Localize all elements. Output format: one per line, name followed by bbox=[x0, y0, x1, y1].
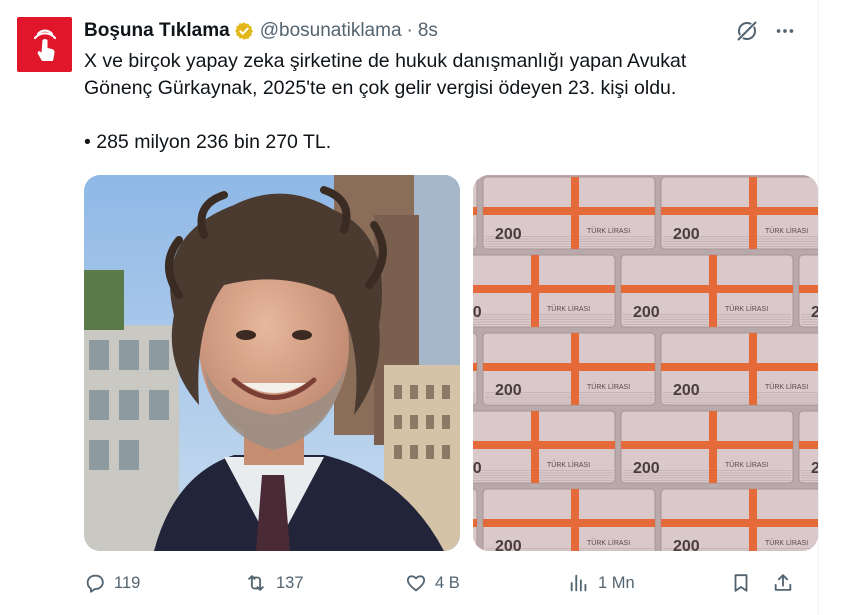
tweet-text-line: Gönenç Gürkaynak, 2025'te en çok gelir v… bbox=[84, 77, 677, 99]
banknote-stacks-photo: 200 TÜRK LİRASI 200 TÜRK LİRASI 200 TÜRK LİRA… bbox=[473, 175, 818, 551]
banknote-denomination: 200 bbox=[811, 304, 818, 321]
media-grid: 200 TÜRK LİRASI 200 TÜRK LİRASI 200 TÜRK LİRA… bbox=[84, 175, 818, 551]
more-options-icon[interactable] bbox=[771, 17, 799, 45]
repost-button[interactable]: 137 bbox=[244, 568, 304, 598]
banknote-bundle: 200 TÜRK LİRASI bbox=[482, 488, 656, 551]
tweet-card[interactable]: Boşuna Tıklama @bosunatiklama · 8s X ve … bbox=[0, 0, 846, 615]
verified-badge-icon[interactable] bbox=[234, 21, 254, 41]
heart-icon bbox=[406, 575, 426, 592]
banknote-bundle: 200TÜRK LİRASI bbox=[798, 410, 818, 484]
tweet-text: X ve birçok yapay zeka şirketine de huku… bbox=[84, 48, 804, 156]
tweet-actions: 119 137 4 B 1 Mn bbox=[84, 568, 804, 598]
tweet-top-actions bbox=[733, 17, 799, 45]
timeline-divider bbox=[818, 0, 819, 615]
tweet-text-line: X ve birçok yapay zeka şirketine de huku… bbox=[84, 50, 687, 72]
hand-pointer-icon bbox=[33, 29, 56, 61]
banknote-bundle: 200 TÜRK LİRASI bbox=[473, 254, 616, 328]
banknote-text: TÜRK LİRASI bbox=[765, 226, 808, 235]
banknote-text: TÜRK LİRASI bbox=[587, 538, 630, 547]
share-button[interactable] bbox=[772, 568, 794, 598]
banknote-bundle: 200 TÜRK LİRASI bbox=[482, 176, 656, 250]
separator-dot: · bbox=[406, 20, 413, 41]
banknote-denomination: 200 bbox=[473, 304, 482, 321]
banknote-text: TÜRK LİRASI bbox=[765, 382, 808, 391]
share-icon bbox=[774, 574, 792, 591]
banknote-bundle: 200TÜRK LİRASI bbox=[798, 254, 818, 328]
banknote-bundle: 200 TÜRK LİRASI bbox=[660, 332, 818, 406]
banknote-text: TÜRK LİRASI bbox=[587, 382, 630, 391]
banknote-denomination: 200 bbox=[473, 460, 482, 477]
reply-count: 119 bbox=[114, 573, 141, 592]
banknote-bundle: 200 TÜRK LİRASI bbox=[473, 410, 616, 484]
banknote-bundle: 200 TÜRK LİRASI bbox=[620, 254, 794, 328]
banknote-text: TÜRK LİRASI bbox=[765, 538, 808, 547]
grok-icon[interactable] bbox=[733, 17, 761, 45]
banknote-text: TÜRK LİRASI bbox=[725, 460, 768, 469]
view-count: 1 Mn bbox=[598, 573, 635, 592]
portrait-photo bbox=[84, 175, 460, 551]
banknote-denomination: 200 bbox=[495, 382, 522, 399]
tweet-amount-line: • 285 milyon 236 bin 270 TL. bbox=[84, 131, 332, 153]
reply-button[interactable]: 119 bbox=[84, 568, 140, 598]
banknote-text: TÜRK LİRASI bbox=[547, 304, 590, 313]
banknote-denomination: 200 bbox=[673, 382, 700, 399]
repost-icon bbox=[248, 575, 264, 591]
banknote-bundle: 200 TÜRK LİRASI bbox=[660, 488, 818, 551]
banknote-denomination: 200 bbox=[673, 538, 700, 551]
tweet-time[interactable]: 8s bbox=[418, 20, 438, 42]
banknote-bundle: 200 TÜRK LİRASI bbox=[482, 332, 656, 406]
banknote-bundle: 200TÜRK LİRASI bbox=[473, 176, 478, 250]
banknote-bundle: 200 TÜRK LİRASI bbox=[660, 176, 818, 250]
media-photo-banknotes[interactable]: 200 TÜRK LİRASI 200 TÜRK LİRASI 200 TÜRK LİRA… bbox=[473, 175, 818, 551]
banknote-denomination: 200 bbox=[633, 304, 660, 321]
banknote-denomination: 200 bbox=[673, 226, 700, 243]
banknote-text: TÜRK LİRASI bbox=[725, 304, 768, 313]
views-icon bbox=[570, 574, 587, 592]
banknote-denomination: 200 bbox=[633, 460, 660, 477]
banknote-denomination: 200 bbox=[495, 226, 522, 243]
banknote-denomination: 200 bbox=[811, 460, 818, 477]
tweet-header: Boşuna Tıklama @bosunatiklama · 8s bbox=[84, 19, 438, 43]
reply-icon bbox=[86, 574, 104, 593]
like-count: 4 B bbox=[435, 573, 460, 592]
bookmark-icon bbox=[734, 574, 748, 592]
banknote-bundle: 200 TÜRK LİRASI bbox=[620, 410, 794, 484]
repost-count: 137 bbox=[276, 573, 304, 592]
banknote-bundle: 200TÜRK LİRASI bbox=[473, 332, 478, 406]
author-name[interactable]: Boşuna Tıklama bbox=[84, 20, 230, 42]
banknote-text: TÜRK LİRASI bbox=[587, 226, 630, 235]
author-handle[interactable]: @bosunatiklama bbox=[260, 20, 402, 42]
like-button[interactable]: 4 B bbox=[405, 568, 460, 598]
media-photo-portrait[interactable] bbox=[84, 175, 460, 551]
avatar[interactable] bbox=[17, 17, 72, 72]
banknote-denomination: 200 bbox=[495, 538, 522, 551]
banknote-bundle: 200TÜRK LİRASI bbox=[473, 488, 478, 551]
bookmark-button[interactable] bbox=[730, 568, 752, 598]
views-button[interactable]: 1 Mn bbox=[568, 568, 635, 598]
banknote-text: TÜRK LİRASI bbox=[547, 460, 590, 469]
